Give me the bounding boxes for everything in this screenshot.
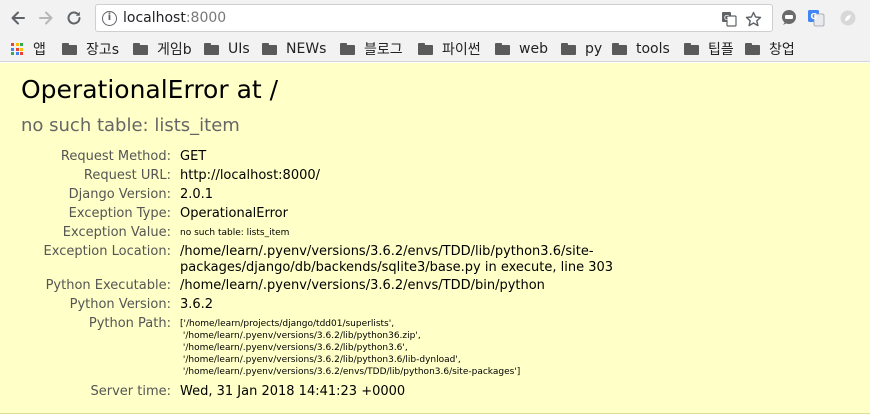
meta-row: Python Version: 3.6.2 — [0, 295, 870, 314]
error-summary: OperationalError at / no such table: lis… — [0, 63, 870, 414]
folder-icon — [684, 43, 699, 55]
bookmark-label: UIs — [228, 41, 250, 57]
svg-text:G: G — [811, 12, 818, 21]
forward-arrow-icon[interactable] — [34, 6, 58, 30]
error-title: OperationalError at / — [21, 75, 279, 104]
bookmark-folder[interactable]: py — [561, 39, 602, 59]
meta-row: Exception Value: no such table: lists_it… — [0, 223, 870, 242]
reload-icon[interactable] — [62, 6, 86, 30]
svg-text:G: G — [724, 14, 729, 22]
folder-icon — [62, 43, 77, 55]
meta-label: Python Version: — [69, 297, 171, 312]
site-info-icon[interactable]: i — [102, 11, 117, 26]
meta-label: Request Method: — [60, 149, 171, 164]
bookmarks-bar: 앱 장고s 게임b UIs NEWs 블로그 파이썬 web py tools … — [0, 36, 870, 62]
bookmark-label: web — [519, 41, 548, 57]
bookmark-label: 창업 — [769, 42, 795, 58]
meta-value: GET — [180, 149, 207, 164]
meta-value: /home/learn/.pyenv/versions/3.6.2/envs/T… — [180, 278, 545, 293]
meta-value: 2.0.1 — [180, 187, 214, 202]
folder-icon — [418, 43, 433, 55]
meta-label: Django Version: — [68, 187, 171, 202]
bookmark-label: NEWs — [286, 41, 327, 57]
bookmark-label: 파이썬 — [442, 42, 481, 58]
bookmark-folder[interactable]: web — [495, 39, 548, 59]
bookmark-label: py — [585, 41, 603, 57]
error-message: no such table: lists_item — [21, 115, 240, 136]
bookmark-folder[interactable]: 파이썬 — [418, 39, 481, 59]
folder-icon — [133, 43, 148, 55]
bookmark-star-icon[interactable] — [744, 10, 762, 28]
apps-grid-icon — [11, 43, 23, 55]
meta-row: Python Path: ['/home/learn/projects/djan… — [0, 314, 870, 382]
url-host: localhost — [123, 10, 186, 26]
meta-label: Exception Location: — [43, 244, 171, 259]
bookmark-label: 앱 — [33, 42, 46, 58]
folder-icon — [612, 43, 627, 55]
bookmark-label: 블로그 — [364, 42, 403, 58]
meta-row: Request URL: http://localhost:8000/ — [0, 166, 870, 185]
meta-label: Python Path: — [88, 316, 171, 331]
url-text[interactable]: localhost:8000 — [123, 10, 226, 26]
bookmark-folder[interactable]: UIs — [204, 39, 250, 59]
folder-icon — [561, 43, 576, 55]
meta-value: 3.6.2 — [180, 297, 214, 312]
meta-value: no such table: lists_item — [180, 228, 290, 238]
bookmark-folder[interactable]: 창업 — [745, 39, 795, 59]
bookmark-folder[interactable]: tools — [612, 39, 670, 59]
bookmark-label: 장고s — [86, 42, 120, 58]
meta-label: Request URL: — [83, 168, 171, 183]
meta-row: Request Method: GET — [0, 147, 870, 166]
meta-value: /home/learn/.pyenv/versions/3.6.2/envs/T… — [180, 244, 614, 275]
url-port: :8000 — [185, 10, 227, 26]
folder-icon — [495, 43, 510, 55]
bookmark-label: 팁플 — [708, 42, 734, 58]
meta-label: Exception Type: — [68, 206, 171, 221]
python-path-list: ['/home/learn/projects/django/tdd01/supe… — [180, 319, 521, 377]
bookmark-folder[interactable]: 게임b — [133, 39, 192, 59]
translate-icon[interactable]: G — [720, 10, 738, 28]
bookmark-label: tools — [636, 41, 670, 57]
request-meta-table: Request Method: GET Request URL: http://… — [0, 147, 870, 401]
meta-value: Wed, 31 Jan 2018 14:41:23 +0000 — [180, 384, 406, 399]
meta-label: Python Executable: — [45, 278, 171, 293]
meta-value: http://localhost:8000/ — [180, 168, 321, 183]
meta-row: Django Version: 2.0.1 — [0, 185, 870, 204]
bookmark-folder[interactable]: NEWs — [262, 39, 326, 59]
folder-icon — [340, 43, 355, 55]
meta-row: Server time: Wed, 31 Jan 2018 14:41:23 +… — [0, 382, 870, 401]
meta-label: Exception Value: — [62, 225, 171, 240]
extension-leaf-icon[interactable] — [838, 8, 858, 28]
meta-value: ['/home/learn/projects/django/tdd01/supe… — [180, 314, 860, 382]
bookmark-folder[interactable]: 블로그 — [340, 39, 403, 59]
bookmark-folder[interactable]: 장고s — [62, 39, 119, 59]
extension-speech-icon[interactable] — [779, 8, 799, 28]
bookmark-folder[interactable]: 팁플 — [684, 39, 734, 59]
folder-icon — [204, 43, 219, 55]
meta-row: Exception Type: OperationalError — [0, 204, 870, 223]
meta-row: Python Executable: /home/learn/.pyenv/ve… — [0, 276, 870, 295]
bookmark-apps[interactable]: 앱 — [11, 39, 46, 59]
meta-row: Exception Location: /home/learn/.pyenv/v… — [0, 242, 870, 276]
back-arrow-icon[interactable] — [6, 6, 30, 30]
browser-toolbar: i localhost:8000 G G — [0, 0, 870, 36]
bookmark-label: 게임b — [157, 42, 192, 58]
meta-value: OperationalError — [180, 206, 288, 221]
google-translate-extension-icon[interactable]: G — [806, 8, 826, 28]
meta-label: Server time: — [90, 384, 171, 399]
folder-icon — [745, 43, 760, 55]
address-bar[interactable]: i localhost:8000 G — [95, 4, 773, 32]
folder-icon — [262, 43, 277, 55]
